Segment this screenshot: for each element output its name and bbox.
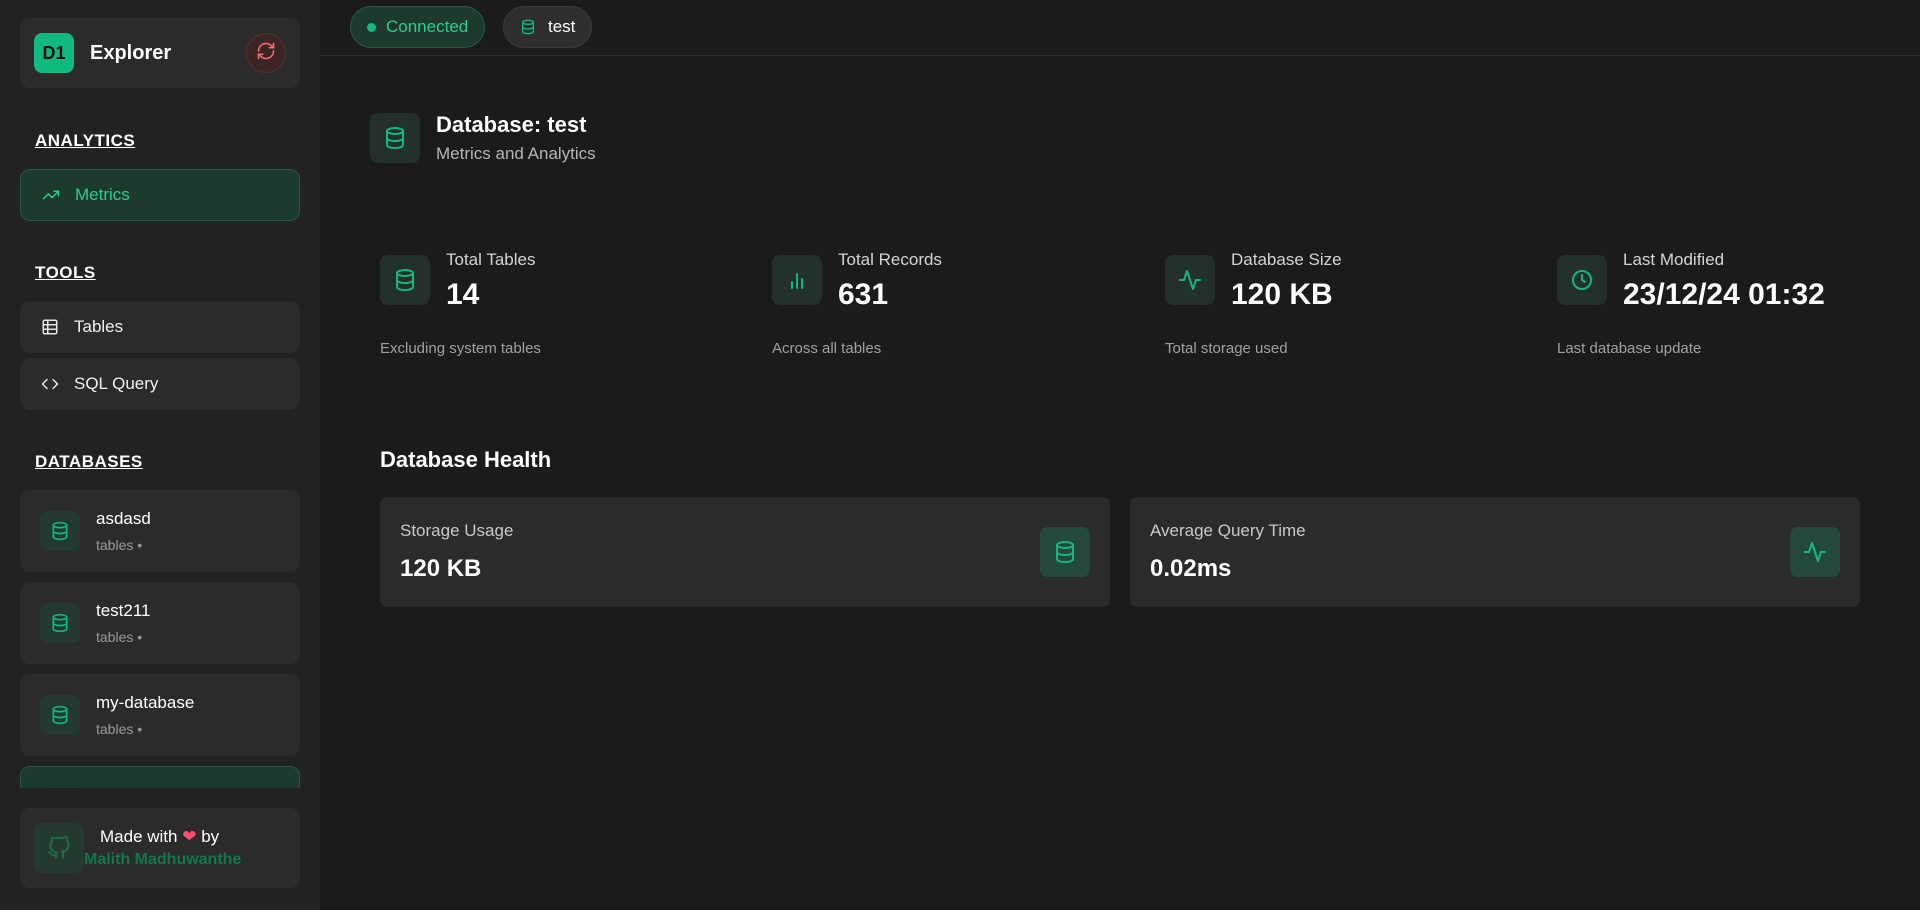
- github-icon[interactable]: [34, 823, 84, 873]
- stat-value: 631: [838, 278, 889, 311]
- connection-status-badge: Connected: [350, 6, 486, 48]
- database-meta: tables •: [96, 721, 143, 737]
- sidebar-item-label: Metrics: [75, 185, 130, 204]
- stat-label: Total Records: [838, 250, 942, 269]
- database-icon: [40, 603, 80, 643]
- main-content: Connected test Database: test Metrics an…: [320, 0, 1920, 910]
- brand-logo: D1: [34, 33, 74, 73]
- database-name: my-database: [96, 693, 195, 712]
- stat-value: 14: [446, 278, 480, 311]
- sidebar-item-label: SQL Query: [74, 374, 159, 393]
- stat-note: Total storage used: [1165, 340, 1288, 357]
- database-item-asdasd[interactable]: asdasd tables •: [20, 490, 300, 572]
- heart-icon: ❤: [182, 827, 197, 846]
- database-meta: tables •: [96, 537, 143, 553]
- section-title-health: Database Health: [380, 447, 552, 472]
- section-title-analytics: ANALYTICS: [35, 131, 136, 150]
- database-icon: [1040, 527, 1090, 577]
- database-icon: [370, 113, 420, 163]
- bar-chart-icon: [772, 255, 822, 305]
- stat-note: Last database update: [1557, 340, 1702, 357]
- stat-label: Database Size: [1231, 250, 1342, 269]
- footer-credit: Made with ❤ by Malith Madhuwanthe: [20, 808, 300, 888]
- top-bar: Connected test: [320, 0, 1920, 56]
- database-icon: [40, 695, 80, 735]
- stat-last-modified: Last Modified 23/12/24 01:32 Last databa…: [1557, 250, 1917, 357]
- sidebar: D1 Explorer ANALYTICS Metrics TOOLS Tabl…: [0, 0, 320, 910]
- trending-up-icon: [41, 185, 61, 205]
- app-root: D1 Explorer ANALYTICS Metrics TOOLS Tabl…: [0, 0, 1920, 910]
- made-with-text: Made with ❤ by: [100, 827, 241, 847]
- database-list[interactable]: asdasd tables • test211 tables • my-data…: [20, 490, 300, 788]
- average-query-time-card: Average Query Time 0.02ms: [1130, 497, 1860, 607]
- brand-card: D1 Explorer: [20, 18, 300, 88]
- database-icon: [41, 787, 81, 788]
- clock-icon: [1557, 255, 1607, 305]
- current-database-label: test: [548, 17, 576, 36]
- page-subtitle: Metrics and Analytics: [436, 144, 596, 163]
- by-label: by: [201, 827, 220, 846]
- activity-icon: [1790, 527, 1840, 577]
- database-icon: [40, 511, 80, 551]
- sidebar-item-tables[interactable]: Tables: [20, 301, 300, 353]
- brand-title: Explorer: [90, 41, 172, 64]
- stat-total-tables: Total Tables 14 Excluding system tables: [380, 250, 740, 357]
- connection-status-label: Connected: [386, 17, 469, 36]
- stat-note: Excluding system tables: [380, 340, 541, 357]
- storage-usage-card: Storage Usage 120 KB: [380, 497, 1110, 607]
- database-item-test211[interactable]: test211 tables •: [20, 582, 300, 664]
- stat-total-records: Total Records 631 Across all tables: [772, 250, 1132, 357]
- code-icon: [40, 374, 60, 394]
- database-meta: tables •: [96, 629, 143, 645]
- database-icon: [380, 255, 430, 305]
- refresh-button[interactable]: [246, 33, 286, 73]
- section-title-databases: DATABASES: [35, 452, 143, 471]
- sidebar-item-sql-query[interactable]: SQL Query: [20, 358, 300, 410]
- section-title-tools: TOOLS: [35, 263, 96, 282]
- stat-note: Across all tables: [772, 340, 882, 357]
- stat-value: 23/12/24 01:32: [1623, 278, 1825, 311]
- stat-value: 120 KB: [1231, 278, 1333, 311]
- database-item-test[interactable]: test: [20, 766, 300, 788]
- stat-label: Last Modified: [1623, 250, 1725, 269]
- refresh-icon: [256, 41, 276, 66]
- database-name: asdasd: [96, 509, 151, 528]
- database-icon: [520, 19, 536, 35]
- author-link[interactable]: Malith Madhuwanthe: [84, 851, 241, 869]
- table-icon: [40, 317, 60, 337]
- made-with-label: Made with: [100, 827, 178, 846]
- status-dot-icon: [367, 22, 376, 32]
- card-label: Storage Usage: [400, 521, 514, 540]
- card-value: 0.02ms: [1150, 555, 1232, 582]
- database-item-my-database[interactable]: my-database tables •: [20, 674, 300, 756]
- sidebar-item-label: Tables: [74, 317, 124, 336]
- stat-label: Total Tables: [446, 250, 536, 269]
- card-value: 120 KB: [400, 555, 482, 582]
- stat-database-size: Database Size 120 KB Total storage used: [1165, 250, 1525, 357]
- database-name: test211: [96, 601, 151, 620]
- page-title: Database: test: [436, 112, 587, 137]
- activity-icon: [1165, 255, 1215, 305]
- page-header: Database: test Metrics and Analytics: [370, 112, 596, 164]
- card-label: Average Query Time: [1150, 521, 1306, 540]
- sidebar-item-metrics[interactable]: Metrics: [20, 169, 300, 221]
- current-database-badge[interactable]: test: [503, 6, 593, 48]
